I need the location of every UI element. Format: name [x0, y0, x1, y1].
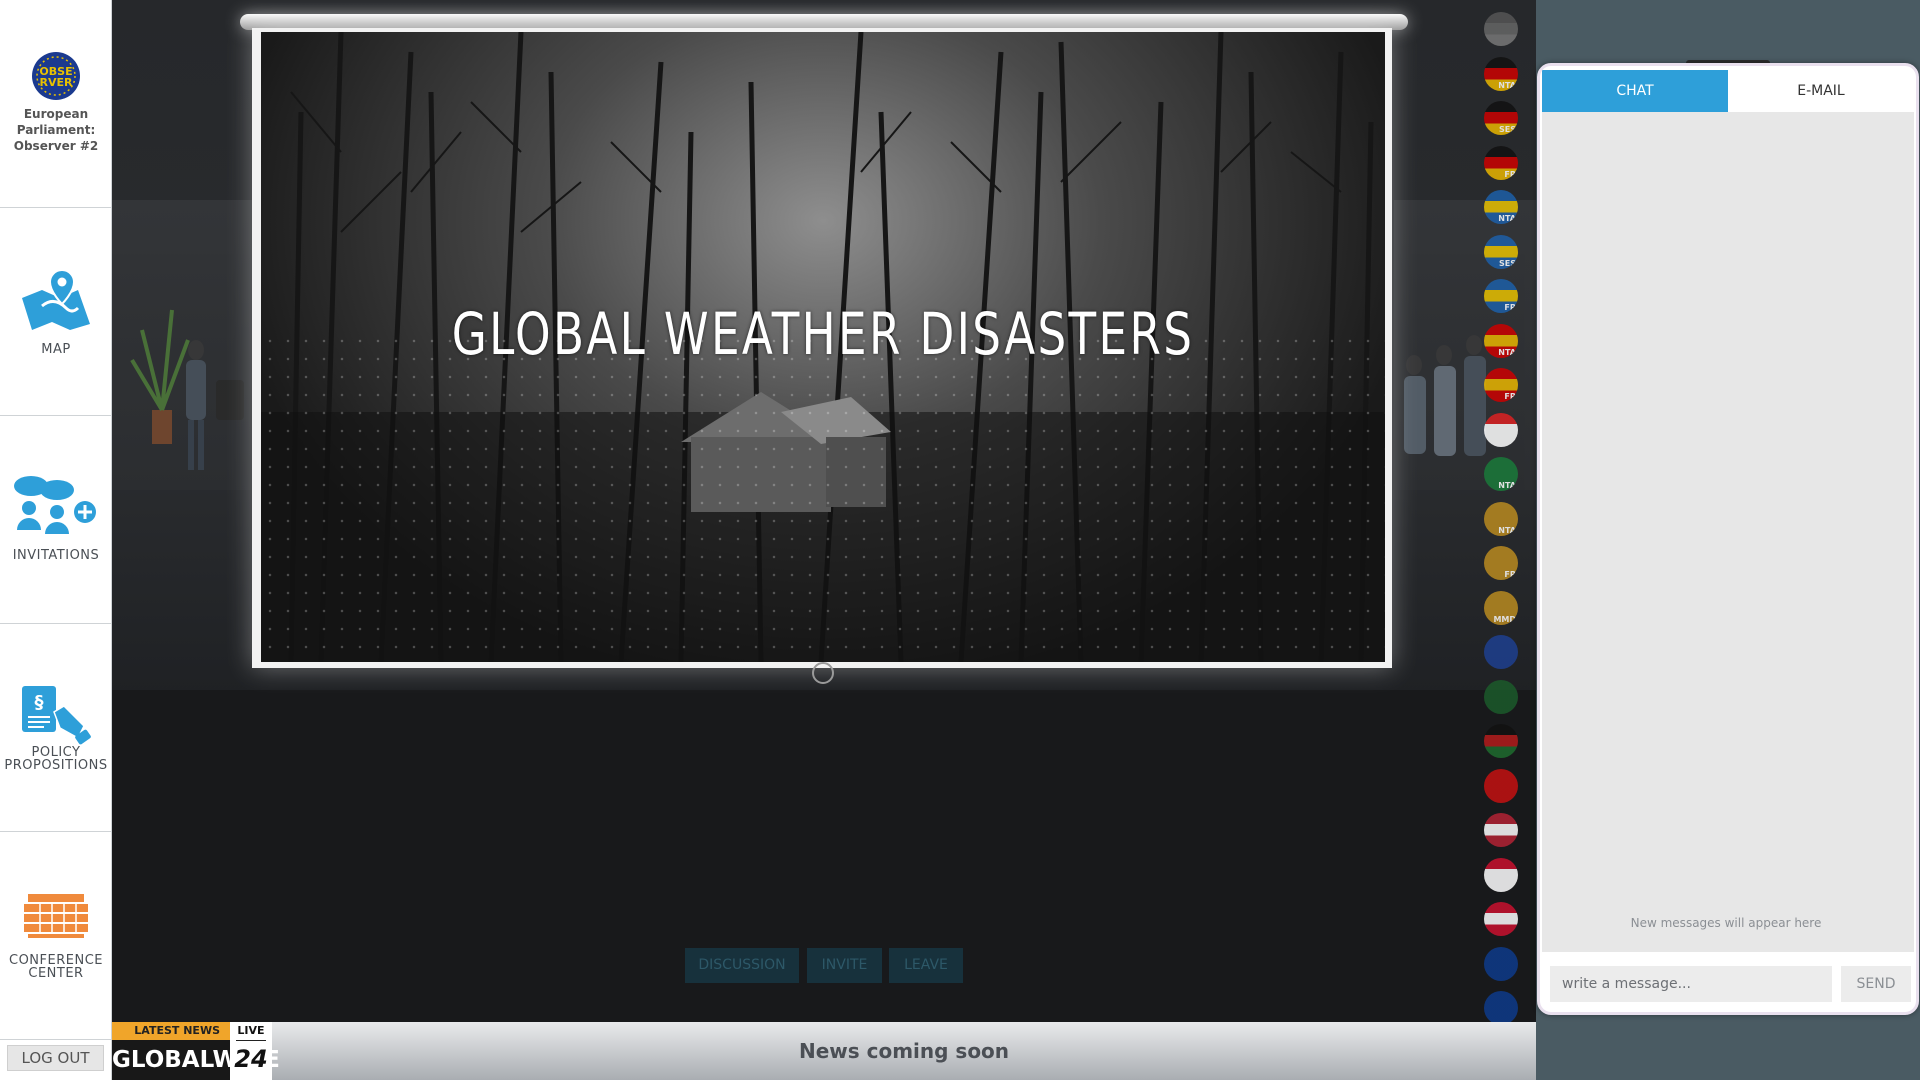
participant-flag-icon[interactable]: NTA — [1484, 501, 1518, 536]
participant-flag-icon[interactable]: MMD — [1484, 412, 1518, 447]
participant-flag-tag: FR — [1504, 570, 1516, 579]
screen-title: GLOBAL WEATHER DISASTERS — [451, 300, 1195, 368]
chat-message-input[interactable] — [1550, 966, 1832, 1002]
svg-text:RVER: RVER — [40, 76, 73, 89]
invitations-icon — [14, 476, 96, 534]
live-badge: LIVE 24 — [230, 1022, 272, 1080]
participant-flag-tag: MMD — [1493, 436, 1516, 446]
nav-item-conference-label: CONFERENCE CENTER — [0, 954, 112, 980]
participant-flag-icon[interactable] — [1484, 991, 1518, 1022]
conference-center-icon — [24, 894, 88, 938]
policy-document-icon: § — [22, 686, 91, 745]
live-number: 24 — [234, 1045, 268, 1073]
participant-flag-icon[interactable] — [1484, 12, 1518, 46]
participant-flag-icon[interactable]: NTA — [1484, 56, 1518, 91]
screen-dot-pattern — [261, 332, 1385, 662]
tab-chat[interactable]: CHAT — [1542, 70, 1728, 112]
participant-flag-icon[interactable] — [1484, 946, 1518, 981]
participant-flag-tag: SES — [1499, 125, 1516, 134]
people-illustration — [1404, 335, 1486, 456]
participant-flag-tag: SES — [1499, 258, 1516, 268]
chat-panel: CHAT E-MAIL New messages will appear her… — [1537, 63, 1919, 1015]
plant-and-person-illustration — [130, 309, 244, 470]
discussion-button[interactable]: DISCUSSION — [685, 948, 799, 983]
participant-flags-list: NTA SES FR NTA SES FR NTA FR MMD NTA NTA FR MMD — [1484, 12, 1524, 1022]
left-navigation: OBSE RVER European Parliament: Observer … — [0, 0, 112, 1080]
participant-flag-icon[interactable]: NTA — [1484, 457, 1518, 491]
screen-pull-ring — [812, 662, 834, 684]
participant-flag-icon[interactable] — [1484, 813, 1518, 847]
live-label: LIVE — [236, 1022, 266, 1041]
participant-flag-tag: NTA — [1498, 214, 1516, 223]
participant-flag-tag: FR — [1504, 303, 1516, 312]
participant-flag-icon[interactable]: NTA — [1484, 323, 1518, 358]
participant-flag-tag: NTA — [1498, 80, 1516, 90]
participant-flag-tag: NTA — [1498, 481, 1516, 490]
tab-email[interactable]: E-MAIL — [1728, 70, 1914, 112]
nav-item-invitations-label: INVITATIONS — [12, 548, 100, 563]
participant-flag-tag: MMD — [1493, 614, 1516, 624]
chat-empty-state: New messages will appear here — [1630, 916, 1822, 930]
profile-name-line: Observer #2 — [13, 139, 99, 153]
nav-item-map-label: MAP — [41, 342, 71, 357]
participant-flag-tag: NTA — [1498, 525, 1516, 535]
participant-flag-icon[interactable] — [1484, 857, 1518, 892]
profile-name-line: Parliament: — [16, 123, 96, 137]
participant-flag-icon[interactable] — [1484, 635, 1518, 669]
participant-flag-icon[interactable]: SES — [1484, 234, 1518, 269]
nav-item-map[interactable]: MAP — [0, 208, 112, 416]
news-headline: News coming soon — [798, 1039, 1010, 1063]
participant-flag-icon[interactable]: FR — [1484, 279, 1518, 313]
news-ticker: LATEST NEWS GLOBALWIRE LIVE 24 News comi… — [112, 1022, 1536, 1080]
participant-flag-icon[interactable]: NTA — [1484, 190, 1518, 224]
nav-item-conference-center[interactable]: CONFERENCE CENTER — [0, 832, 112, 1040]
room-left-scene — [112, 200, 252, 490]
invite-button[interactable]: INVITE — [807, 948, 882, 983]
chat-messages-area — [1542, 112, 1914, 952]
map-icon — [22, 268, 90, 330]
participant-flag-tag: FR — [1504, 169, 1516, 179]
participant-flag-icon[interactable]: FR — [1484, 145, 1518, 180]
participant-flag-icon[interactable] — [1484, 768, 1518, 803]
conference-label-line: CENTER — [28, 966, 84, 981]
projector-screen: GLOBAL WEATHER DISASTERS — [252, 28, 1392, 668]
participant-flag-icon[interactable]: FR — [1484, 546, 1518, 580]
send-button[interactable]: SEND — [1841, 966, 1911, 1002]
participant-flag-tag: NTA — [1498, 347, 1516, 357]
svg-text:§: § — [35, 692, 44, 713]
nav-item-policy-propositions[interactable]: § POLICY PROPOSITIONS — [0, 624, 112, 832]
latest-news-label: LATEST NEWS — [112, 1022, 230, 1040]
profile-name: European Parliament: Observer #2 — [0, 106, 112, 154]
globalwire-logo: GLOBALWIRE — [112, 1040, 280, 1080]
participant-flag-icon[interactable] — [1484, 724, 1518, 758]
participant-flag-tag: FR — [1504, 392, 1516, 401]
participant-flag-icon[interactable]: MMD — [1484, 590, 1518, 625]
participant-flag-icon[interactable]: SES — [1484, 101, 1518, 135]
conference-room: GLOBAL WEATHER DISASTERS DISCUSSION INVI… — [112, 0, 1536, 1022]
leave-button[interactable]: LEAVE — [889, 948, 963, 983]
nav-item-invitations[interactable]: INVITATIONS — [0, 416, 112, 624]
profile-name-line: European — [23, 107, 89, 121]
profile-section[interactable]: OBSE RVER European Parliament: Observer … — [0, 0, 112, 208]
flood-photo: GLOBAL WEATHER DISASTERS — [261, 32, 1385, 662]
participant-flag-icon[interactable]: FR — [1484, 368, 1518, 402]
observer-badge-icon: OBSE RVER — [32, 52, 80, 100]
nav-item-policy-label: POLICY PROPOSITIONS — [0, 746, 112, 772]
participant-flag-icon[interactable] — [1484, 902, 1518, 936]
policy-label-line: PROPOSITIONS — [4, 758, 108, 773]
logout-button[interactable]: LOG OUT — [7, 1045, 104, 1071]
participant-flag-icon[interactable] — [1484, 679, 1518, 714]
